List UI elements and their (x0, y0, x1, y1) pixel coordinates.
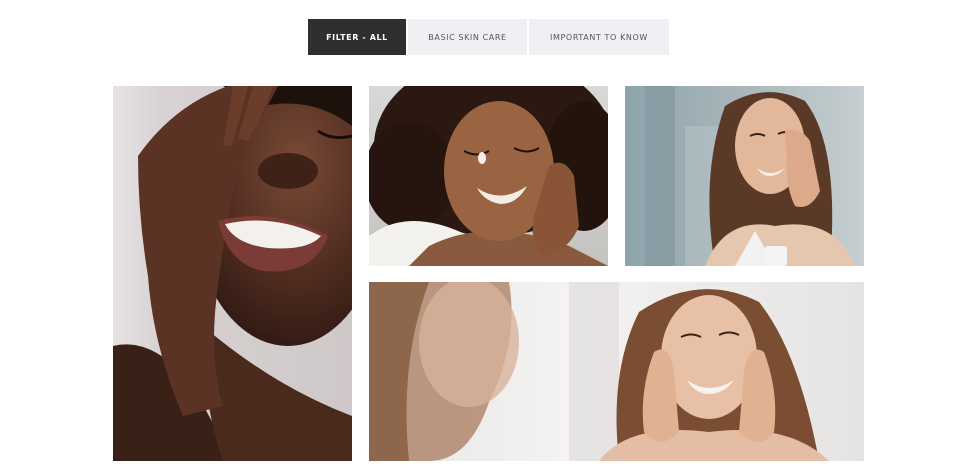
gallery-image (113, 86, 352, 461)
gallery-item-curly-hair-woman[interactable] (369, 86, 608, 266)
filter-bar: FILTER - ALL BASIC SKIN CARE IMPORTANT T… (308, 19, 669, 55)
gallery-item-laughing-woman[interactable] (113, 86, 352, 461)
filter-basic-skin-care-button[interactable]: BASIC SKIN CARE (408, 19, 527, 55)
gallery-image (369, 282, 864, 461)
gallery-image (369, 86, 608, 266)
gallery-item-mirror-woman[interactable] (369, 282, 864, 461)
gallery-item-bathroom-woman[interactable] (625, 86, 864, 266)
gallery-image (625, 86, 864, 266)
filter-all-button[interactable]: FILTER - ALL (308, 19, 406, 55)
filter-important-to-know-button[interactable]: IMPORTANT TO KNOW (529, 19, 669, 55)
